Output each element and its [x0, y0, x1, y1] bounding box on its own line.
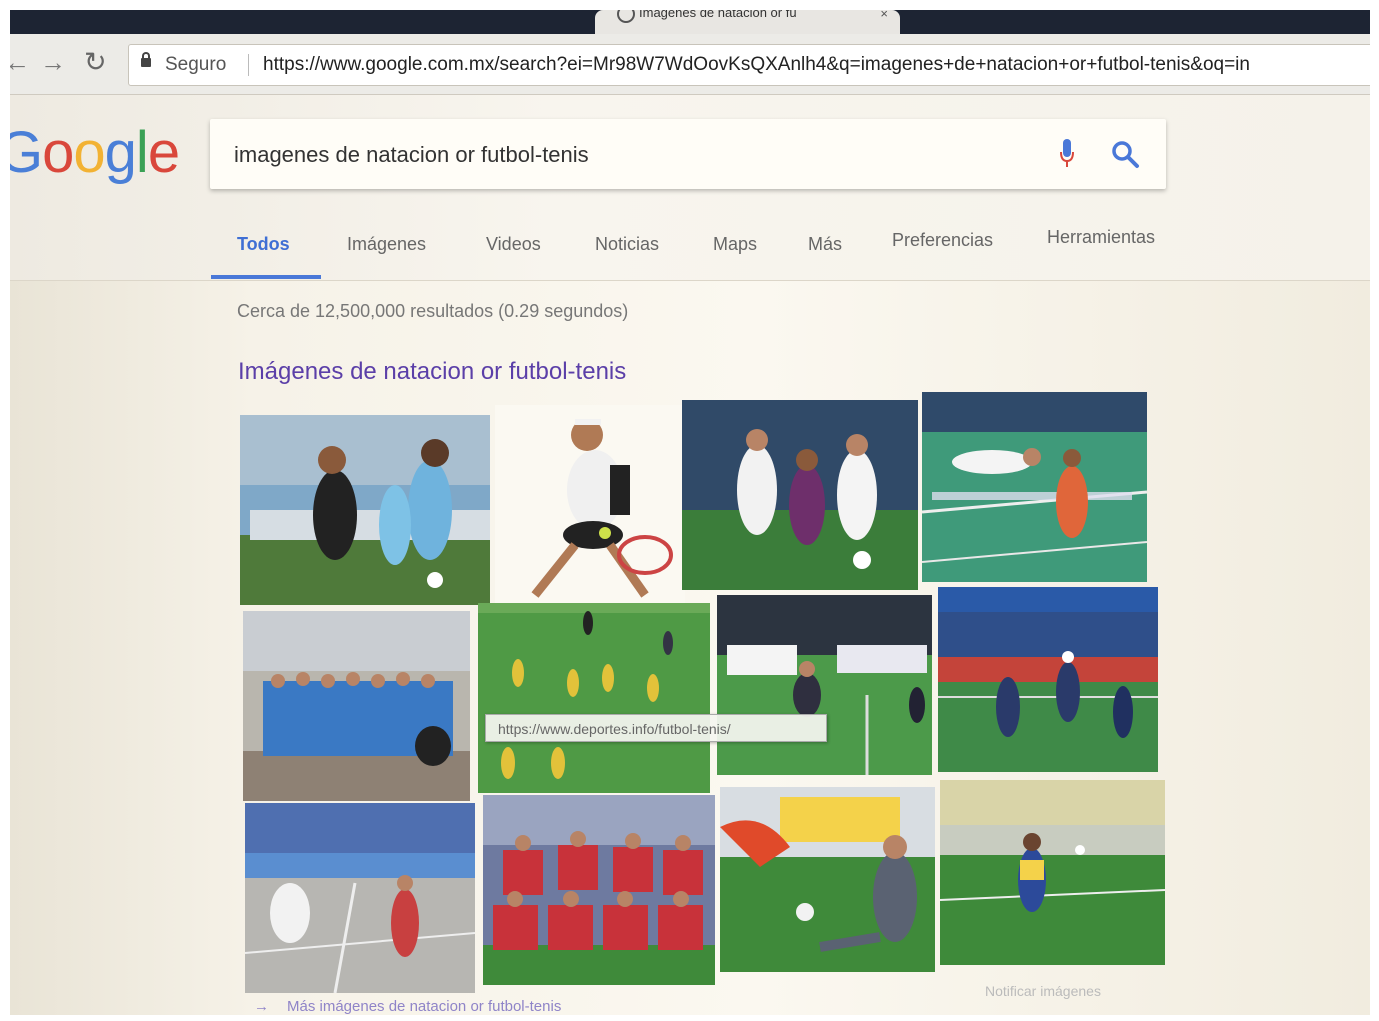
tab-noticias[interactable]: Noticias	[595, 234, 659, 255]
url-text[interactable]: https://www.google.com.mx/search?ei=Mr98…	[263, 45, 1250, 85]
images-section-heading[interactable]: Imágenes de natacion or futbol-tenis	[238, 358, 626, 386]
search-tabs: Todos Imágenes Videos Noticias Maps Más …	[10, 223, 1370, 279]
image-thumbnail[interactable]	[720, 787, 935, 972]
tab-close-icon[interactable]: ×	[880, 10, 888, 23]
image-thumbnail[interactable]	[922, 392, 1147, 582]
result-stats: Cerca de 12,500,000 resultados (0.29 seg…	[237, 301, 629, 321]
url-tooltip: https://www.deportes.info/futbol-tenis/	[485, 714, 827, 742]
image-thumbnail[interactable]	[717, 595, 932, 775]
image-thumbnail[interactable]	[483, 795, 715, 985]
arrow-right-icon: →	[254, 998, 269, 1015]
search-header: Google imagenes de natacion or futbol-te…	[10, 95, 1370, 281]
forward-arrow-icon[interactable]: →	[40, 48, 66, 76]
lock-icon	[141, 52, 151, 67]
browser-toolbar: ← → ↻ Seguro https://www.google.com.mx/s…	[10, 34, 1370, 95]
image-thumbnail[interactable]	[243, 611, 470, 801]
loading-spinner-icon	[617, 10, 635, 23]
logo-letter: e	[147, 120, 180, 185]
logo-letter: l	[135, 120, 149, 185]
google-logo[interactable]: Google	[10, 120, 180, 185]
address-separator	[248, 54, 249, 76]
search-results-page: Google imagenes de natacion or futbol-te…	[10, 95, 1370, 1015]
tab-videos[interactable]: Videos	[486, 234, 541, 255]
logo-letter: o	[73, 120, 105, 185]
back-arrow-icon[interactable]: ←	[10, 48, 30, 76]
photographed-screen: Imágenes de natacion or fu × ← → ↻ Segur…	[10, 10, 1370, 1015]
browser-tab-title: Imágenes de natacion or fu	[639, 10, 797, 20]
logo-letter: G	[10, 120, 43, 185]
image-thumbnail[interactable]	[940, 780, 1165, 965]
more-images-link[interactable]: → Más imágenes de natacion or futbol-teni…	[254, 998, 561, 1015]
image-thumbnail[interactable]	[495, 405, 685, 605]
image-thumbnail[interactable]	[245, 803, 475, 993]
browser-tab[interactable]: Imágenes de natacion or fu ×	[595, 10, 900, 34]
mic-icon[interactable]	[1060, 139, 1074, 169]
search-input[interactable]: imagenes de natacion or futbol-tenis	[234, 142, 589, 168]
logo-letter: g	[104, 120, 137, 185]
report-images-link[interactable]: Notificar imágenes	[985, 983, 1101, 999]
image-thumbnail[interactable]	[240, 415, 490, 605]
active-tab-indicator	[211, 275, 321, 279]
tab-herramientas[interactable]: Herramientas	[1047, 227, 1155, 248]
tab-todos[interactable]: Todos	[237, 234, 290, 255]
tab-imagenes[interactable]: Imágenes	[347, 234, 426, 255]
search-box[interactable]: imagenes de natacion or futbol-tenis	[210, 119, 1166, 189]
secure-label: Seguro	[165, 54, 227, 75]
image-thumbnail[interactable]	[682, 400, 918, 590]
tab-maps[interactable]: Maps	[713, 234, 757, 255]
image-thumbnail[interactable]	[478, 603, 710, 793]
reload-icon[interactable]: ↻	[84, 48, 107, 76]
address-bar[interactable]: Seguro https://www.google.com.mx/search?…	[128, 44, 1370, 86]
search-icon[interactable]	[1110, 139, 1140, 169]
image-thumbnail[interactable]	[938, 587, 1158, 772]
browser-tab-strip: Imágenes de natacion or fu ×	[10, 10, 1370, 34]
tab-preferencias[interactable]: Preferencias	[892, 230, 993, 251]
tab-mas[interactable]: Más	[808, 234, 842, 255]
more-images-label: Más imágenes de natacion or futbol-tenis	[287, 998, 562, 1015]
logo-letter: o	[42, 120, 74, 185]
